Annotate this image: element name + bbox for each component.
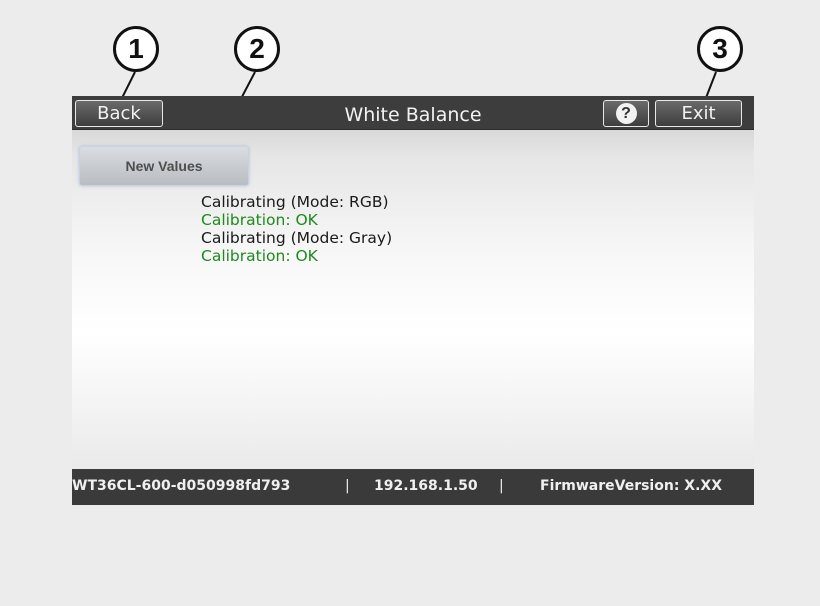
status-separator: | <box>345 478 350 494</box>
exit-button[interactable]: Exit <box>655 100 742 127</box>
page-title: White Balance <box>344 104 482 126</box>
firmware-version: FirmwareVersion: X.XX <box>540 478 722 494</box>
callout-2: 2 <box>234 26 280 72</box>
callout-3: 3 <box>697 26 743 72</box>
help-icon: ? <box>615 103 637 124</box>
help-button[interactable]: ? <box>603 100 649 127</box>
new-values-button[interactable]: New Values <box>79 146 249 186</box>
log-line: Calibration: OK <box>201 211 318 229</box>
status-separator: | <box>499 478 504 494</box>
log-line: Calibrating (Mode: Gray) <box>201 229 393 247</box>
log-line: Calibrating (Mode: RGB) <box>201 193 389 211</box>
status-bar: WT36CL-600-d050998fd793 | 192.168.1.50 |… <box>72 469 754 505</box>
device-screen: Back White Balance ? Exit New Values Cal… <box>72 96 754 505</box>
log-line: Calibration: OK <box>201 247 318 265</box>
ip-address: 192.168.1.50 <box>374 478 478 494</box>
callout-1: 1 <box>113 26 159 72</box>
title-bar: Back White Balance ? Exit <box>72 96 754 130</box>
device-name: WT36CL-600-d050998fd793 <box>72 478 291 494</box>
calibration-log: Calibrating (Mode: RGB) Calibration: OK … <box>201 193 392 265</box>
back-button[interactable]: Back <box>75 100 163 127</box>
